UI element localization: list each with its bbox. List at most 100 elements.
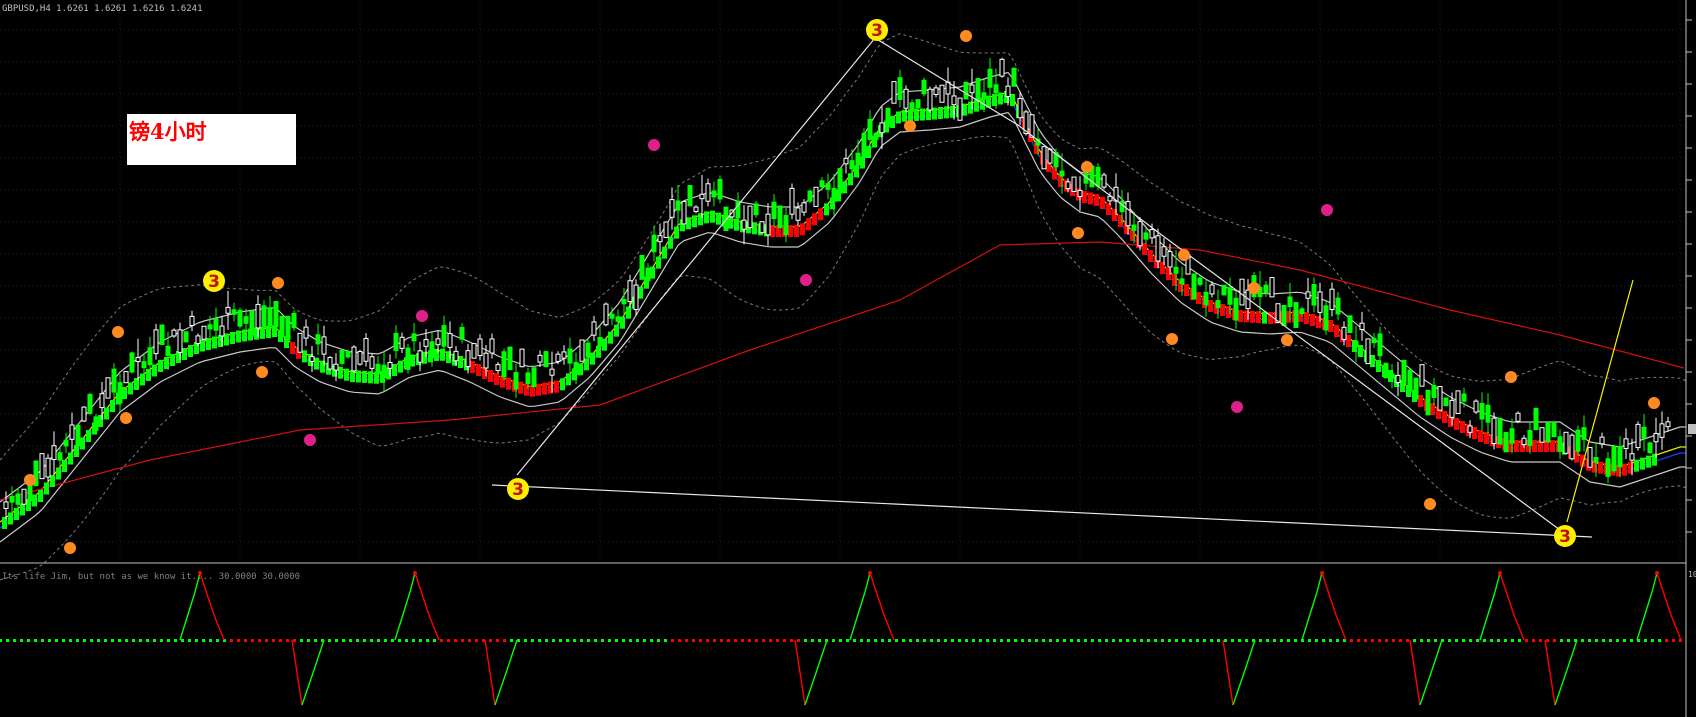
candle-body xyxy=(933,87,939,95)
fractal-marker xyxy=(1072,227,1084,239)
candle-body xyxy=(1419,364,1425,387)
trend-bar xyxy=(20,503,25,516)
trend-bar xyxy=(704,211,709,224)
indicator-dot xyxy=(475,639,478,642)
candle-body xyxy=(783,215,789,236)
candle-body xyxy=(891,81,897,104)
indicator-dot xyxy=(83,639,86,642)
trend-bar xyxy=(170,354,175,366)
indicator-dot xyxy=(1511,639,1514,642)
candle-body xyxy=(237,309,243,327)
candle-body xyxy=(1473,400,1479,413)
indicator-dot xyxy=(1588,639,1591,642)
candle-body xyxy=(747,205,753,229)
indicator-dot xyxy=(1112,639,1115,642)
indicator-dot xyxy=(1553,639,1556,642)
indicator-dot xyxy=(426,639,429,642)
candle-body xyxy=(1563,431,1569,454)
fractal-marker xyxy=(1424,498,1436,510)
trend-bar xyxy=(728,216,733,229)
trend-bar xyxy=(686,217,691,230)
candle-body xyxy=(153,329,159,355)
candle-body xyxy=(93,416,99,431)
trend-bar xyxy=(32,494,37,507)
candle-body xyxy=(669,199,675,218)
candle-body xyxy=(99,393,105,409)
indicator-dot xyxy=(279,639,282,642)
trend-bar xyxy=(230,332,235,344)
indicator-dot xyxy=(1238,639,1241,642)
indicator-dot xyxy=(349,639,352,642)
indicator-peak-dot xyxy=(868,571,872,575)
candle-body xyxy=(189,315,195,326)
candle-body xyxy=(939,84,945,103)
candle-body xyxy=(1527,430,1533,447)
candle-body xyxy=(831,187,837,202)
indicator-dot xyxy=(195,639,198,642)
trend-bar xyxy=(470,361,475,373)
pattern-marker-label: 3 xyxy=(208,272,220,292)
indicator-dot xyxy=(1616,639,1619,642)
candle-body xyxy=(1287,296,1293,308)
indicator-dot xyxy=(377,639,380,642)
fractal-marker xyxy=(112,326,124,338)
fractal-marker xyxy=(256,366,268,378)
candle-body xyxy=(1227,287,1233,305)
candle-body xyxy=(873,132,879,140)
candle-body xyxy=(339,349,345,364)
candle-body xyxy=(411,333,417,342)
candle-body xyxy=(63,439,69,447)
candle-body xyxy=(507,346,513,371)
candle-body xyxy=(1167,251,1173,268)
trend-bar xyxy=(1598,461,1603,474)
indicator-dot xyxy=(1420,639,1423,642)
candle-body xyxy=(1587,446,1593,468)
indicator-dot xyxy=(265,639,268,642)
fractal-marker xyxy=(1321,204,1333,216)
candle-body xyxy=(1317,291,1323,313)
candle-body xyxy=(213,318,219,331)
indicator-dot xyxy=(202,639,205,642)
trend-bar xyxy=(128,382,133,395)
fractal-marker xyxy=(1505,371,1517,383)
candle-body xyxy=(1431,384,1437,398)
indicator-dot xyxy=(391,639,394,642)
indicator-dot xyxy=(1315,639,1318,642)
trend-bar xyxy=(152,364,157,377)
candle-body xyxy=(855,152,861,166)
trend-bar xyxy=(8,512,13,525)
candle-body xyxy=(825,183,831,190)
indicator-dot xyxy=(727,639,730,642)
indicator-dot xyxy=(1119,639,1122,642)
indicator-dot xyxy=(1427,639,1430,642)
trend-bar xyxy=(560,378,565,391)
candle-body xyxy=(255,303,261,329)
candle-body xyxy=(1377,333,1383,357)
candle-body xyxy=(951,95,957,106)
candle-body xyxy=(495,364,501,372)
candle-body xyxy=(885,107,891,128)
indicator-dot xyxy=(1007,639,1010,642)
indicator-dot xyxy=(1175,639,1178,642)
trend-bar xyxy=(188,345,193,357)
candle-body xyxy=(285,315,291,341)
candle-body xyxy=(1581,427,1587,440)
mt4-chart[interactable]: 3 3 3 3 GBPUSD,H4 1.6261 1.6261 1.6216 1.62… xyxy=(0,0,1696,717)
indicator-dot xyxy=(853,639,856,642)
indicator-dot xyxy=(531,639,534,642)
candle-body xyxy=(963,81,969,100)
candle-body xyxy=(1095,166,1101,187)
candle-body xyxy=(147,347,153,366)
trend-bar xyxy=(356,370,361,383)
indicator-peak-dot xyxy=(1498,571,1502,575)
trend-bar xyxy=(314,357,319,370)
candle-body xyxy=(1071,176,1077,192)
indicator-dot xyxy=(923,639,926,642)
candle-body xyxy=(1209,284,1215,295)
candle-body xyxy=(3,501,9,509)
candle-body xyxy=(681,200,687,225)
trend-bar xyxy=(1454,418,1459,430)
trend-bar xyxy=(1208,300,1213,312)
candle-body xyxy=(1491,417,1497,444)
candle-body xyxy=(987,68,993,88)
